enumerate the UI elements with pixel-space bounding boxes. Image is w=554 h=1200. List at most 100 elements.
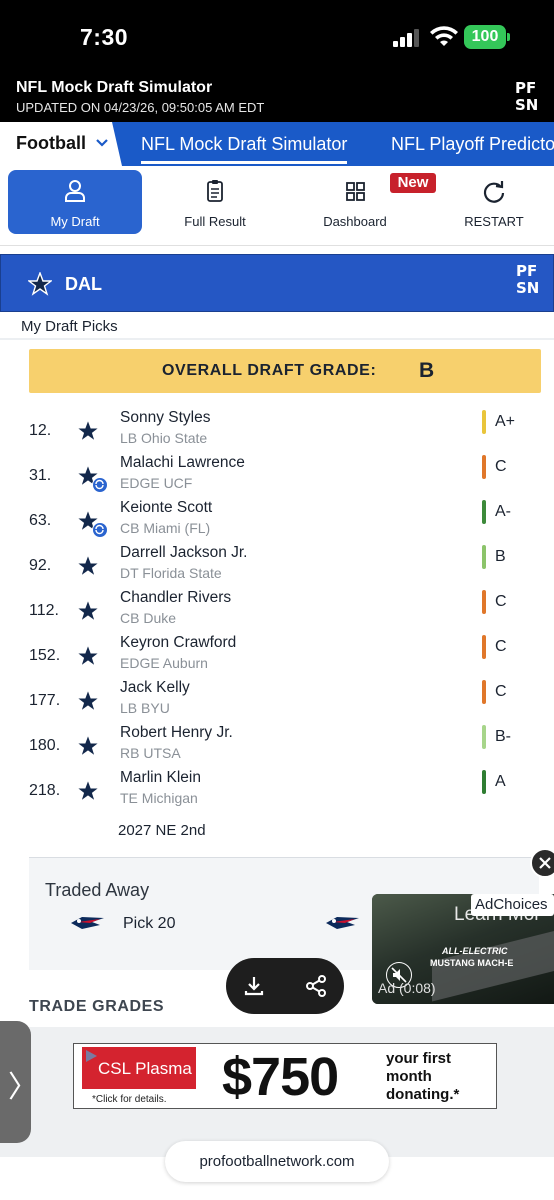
share-icon[interactable]	[302, 972, 330, 1000]
overall-grade-banner: OVERALL DRAFT GRADE: B	[29, 349, 541, 393]
pick-grade: B	[495, 548, 506, 565]
player-position-school: DT Florida State	[120, 565, 222, 581]
chevron-down-icon	[96, 139, 108, 147]
traded-away-title: Traded Away	[45, 880, 150, 900]
wifi-icon	[430, 26, 458, 46]
player-name: Malachi Lawrence	[120, 454, 245, 471]
pick-row[interactable]: 218. Marlin Klein TE Michigan A	[0, 769, 554, 814]
grade-color-bar	[482, 455, 486, 479]
pick-number: 180.	[29, 737, 61, 754]
player-name: Keyron Crawford	[120, 634, 237, 651]
player-position-school: LB BYU	[120, 700, 170, 716]
banner-ad[interactable]: CSL Plasma *Click for details. $750 your…	[73, 1043, 497, 1109]
sport-selector[interactable]: Football	[0, 122, 122, 166]
ad-amount: $750	[222, 1047, 339, 1107]
app-header: NFL Mock Draft Simulator UPDATED ON 04/2…	[0, 74, 554, 122]
toolbar: My Draft Full Result Dashboard RESTART	[0, 166, 554, 246]
floating-action-bar	[226, 958, 344, 1014]
pick-row[interactable]: 177. Jack Kelly LB BYU C	[0, 679, 554, 724]
dashboard-icon	[346, 182, 365, 201]
csl-brand: CSL Plasma	[98, 1059, 192, 1078]
player-name: Marlin Klein	[120, 769, 201, 786]
grade-color-bar	[482, 680, 486, 704]
logo-text-top: PF	[515, 79, 537, 97]
play-triangle-icon	[86, 1050, 97, 1062]
cowboys-star-icon	[76, 419, 100, 443]
pick-row[interactable]: 31. Malachi Lawrence EDGE UCF C	[0, 454, 554, 499]
cowboys-star-icon	[76, 734, 100, 758]
pick-grade: C	[495, 683, 507, 700]
pick-number: 177.	[29, 692, 61, 709]
battery-icon: 100	[464, 25, 506, 49]
pfsn-logo[interactable]: PF SN	[515, 81, 547, 113]
adchoices-link[interactable]: AdChoices	[471, 894, 554, 916]
sport-label: Football	[16, 133, 86, 153]
player-position-school: EDGE Auburn	[120, 655, 208, 671]
ad-close-button[interactable]	[530, 848, 554, 878]
grade-color-bar	[482, 725, 486, 749]
trade-icon	[92, 477, 108, 493]
url-bar[interactable]: profootballnetwork.com	[165, 1141, 389, 1182]
pick-grade: C	[495, 458, 507, 475]
ad-tagline: your first month donating.*	[386, 1050, 460, 1103]
grade-color-bar	[482, 545, 486, 569]
my-draft-button[interactable]: My Draft	[8, 170, 142, 234]
player-position-school: CB Duke	[120, 610, 177, 626]
pick-row[interactable]: 63. Keionte Scott CB Miami (FL) A-	[0, 499, 554, 544]
player-position-school: CB Miami (FL)	[120, 520, 211, 536]
patriots-logo-icon	[326, 917, 359, 929]
restart-icon	[483, 181, 505, 203]
restart-button[interactable]: RESTART	[430, 170, 554, 234]
player-name: Robert Henry Jr.	[120, 724, 233, 741]
cowboys-star-icon	[76, 779, 100, 803]
status-bar: 7:30 100	[0, 0, 554, 74]
pick-row[interactable]: 112. Chandler Rivers CB Duke C	[0, 589, 554, 634]
future-pick: 2027 NE 2nd	[118, 822, 206, 839]
grade-color-bar	[482, 500, 486, 524]
pick-row[interactable]: 180. Robert Henry Jr. RB UTSA B-	[0, 724, 554, 769]
cowboys-star-icon	[28, 272, 52, 296]
pick-number: 218.	[29, 782, 61, 799]
video-ad-tag: ALL-ELECTRIC	[442, 946, 508, 956]
section-label: My Draft Picks	[21, 318, 118, 335]
grade-color-bar	[482, 410, 486, 434]
tab-playoff-predictor[interactable]: NFL Playoff Predictor	[391, 134, 554, 155]
player-name: Keionte Scott	[120, 499, 213, 516]
chevron-right-icon: 〉	[8, 1070, 38, 1105]
full-result-button[interactable]: Full Result	[150, 170, 280, 234]
pick-number: 112.	[29, 602, 59, 619]
pick-grade: C	[495, 638, 507, 655]
csl-click-details: *Click for details.	[92, 1094, 167, 1105]
player-name: Darrell Jackson Jr.	[120, 544, 248, 561]
player-position-school: EDGE UCF	[120, 475, 193, 491]
traded-pick: Pick 20	[123, 915, 176, 932]
cowboys-star-icon	[76, 554, 100, 578]
grade-color-bar	[482, 590, 486, 614]
dashboard-label: Dashboard	[323, 214, 387, 229]
new-badge: New	[390, 173, 436, 193]
pick-row[interactable]: 92. Darrell Jackson Jr. DT Florida State B	[0, 544, 554, 589]
close-icon	[539, 857, 551, 869]
user-icon	[65, 180, 85, 202]
overall-grade-label: OVERALL DRAFT GRADE:	[162, 362, 377, 379]
cowboys-star-icon	[76, 599, 100, 623]
pick-row[interactable]: 152. Keyron Crawford EDGE Auburn C	[0, 634, 554, 679]
clipboard-icon	[207, 180, 223, 202]
page-title: NFL Mock Draft Simulator	[16, 79, 213, 96]
trade-grades-heading: TRADE GRADES	[29, 998, 165, 1015]
updated-timestamp: UPDATED ON 04/23/26, 09:50:05 AM EDT	[16, 100, 265, 115]
player-position-school: RB UTSA	[120, 745, 181, 761]
tab-mock-draft[interactable]: NFL Mock Draft Simulator	[141, 134, 348, 164]
grade-color-bar	[482, 635, 486, 659]
team-name: DAL	[65, 274, 102, 294]
pick-grade: B-	[495, 728, 511, 745]
pick-number: 92.	[29, 557, 52, 574]
pick-grade: A	[495, 773, 506, 790]
pick-number: 12.	[29, 422, 52, 439]
team-header: DAL PF SN	[0, 254, 554, 312]
csl-logo: CSL Plasma	[82, 1047, 196, 1089]
player-name: Chandler Rivers	[120, 589, 232, 606]
nav-tabs: Football NFL Mock Draft Simulator NFL Pl…	[0, 122, 554, 166]
pick-row[interactable]: 12. Sonny Styles LB Ohio State A+	[0, 409, 554, 454]
download-icon[interactable]	[240, 972, 268, 1000]
